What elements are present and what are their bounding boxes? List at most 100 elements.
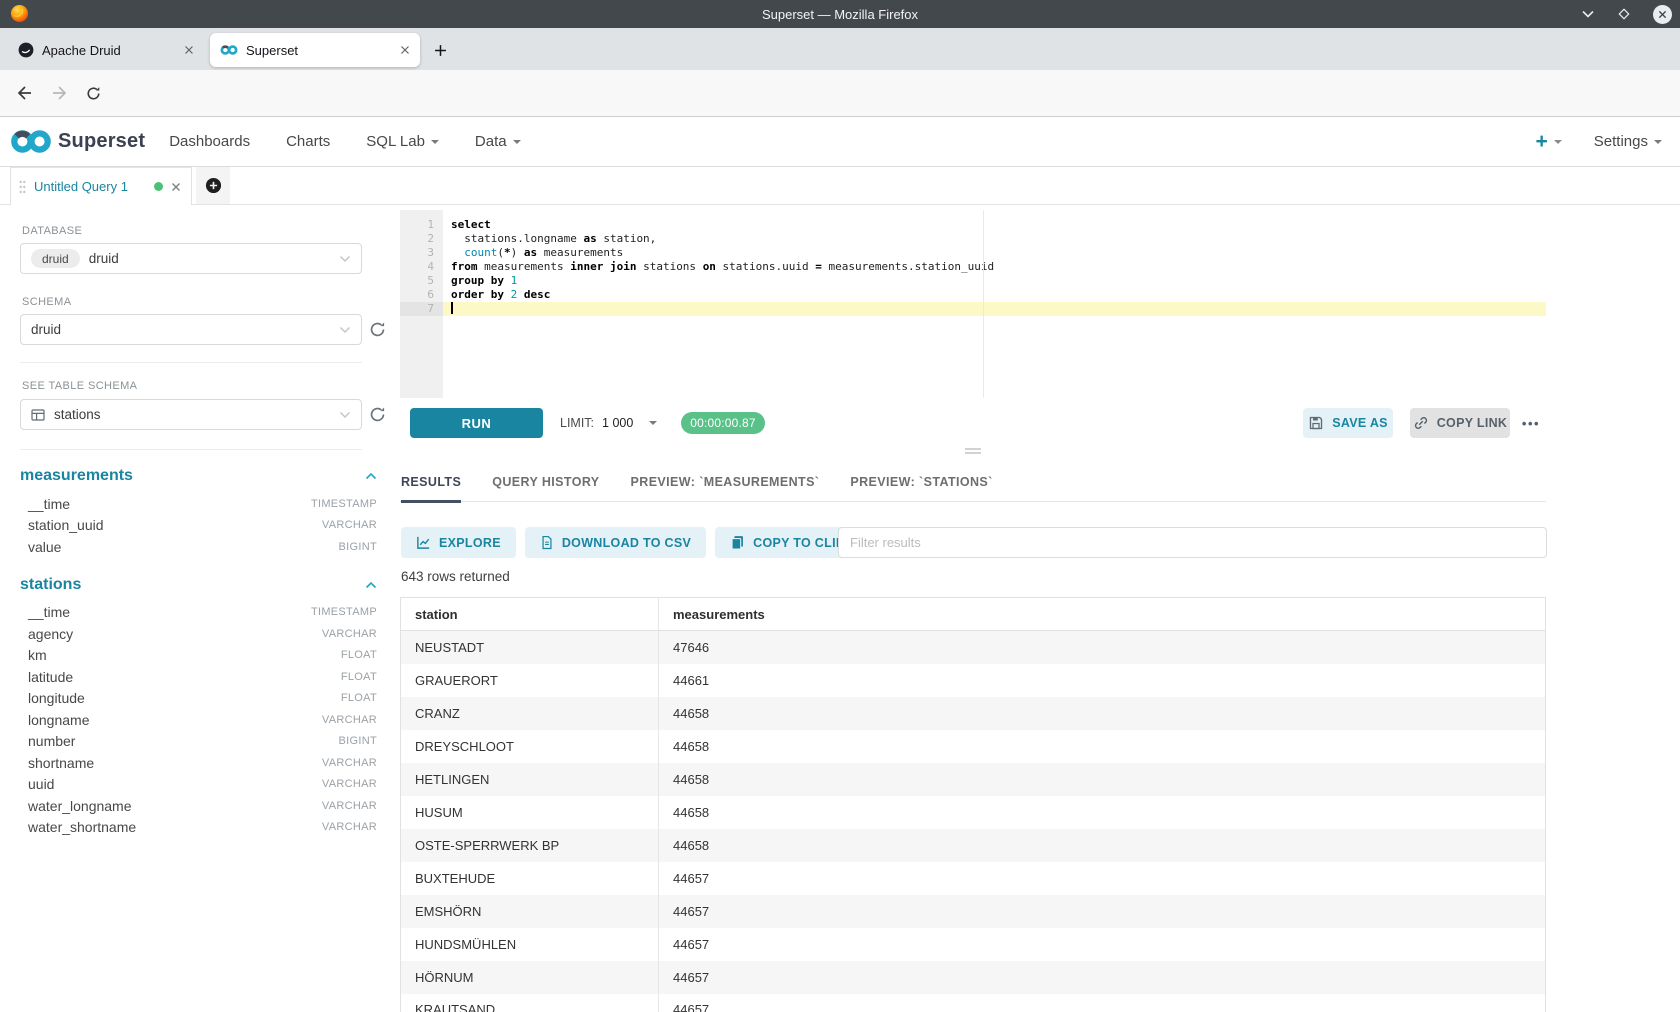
filter-results-input[interactable]	[838, 527, 1547, 558]
superset-logo[interactable]: Superset	[10, 128, 145, 155]
refresh-tables-icon[interactable]	[369, 406, 387, 424]
cell-measurements: 44657	[659, 895, 1546, 928]
tab-query-history[interactable]: QUERY HISTORY	[492, 463, 599, 502]
reload-button[interactable]	[80, 80, 106, 106]
clipboard-icon	[730, 535, 745, 550]
chevron-down-icon	[1554, 140, 1562, 144]
line-number: 4	[400, 260, 434, 274]
plus-circle-icon	[205, 177, 222, 194]
save-as-button[interactable]: SAVE AS	[1303, 408, 1393, 438]
table-row: DREYSCHLOOT44658	[401, 730, 1546, 763]
window-close-button[interactable]	[1653, 5, 1672, 24]
column-header-measurements[interactable]: measurements	[659, 598, 1546, 631]
line-number: 3	[400, 246, 434, 260]
chevron-up-icon[interactable]	[365, 581, 377, 589]
column-name: water_shortname	[28, 819, 136, 835]
schema-section-header[interactable]: stations	[20, 572, 377, 598]
cell-station: KRAUTSAND	[401, 994, 659, 1012]
chevron-down-icon	[339, 411, 351, 419]
plus-icon: +	[1536, 132, 1548, 152]
chevron-down-icon	[339, 326, 351, 334]
column-header-station[interactable]: station	[401, 598, 659, 631]
query-tab-untitled-query-1[interactable]: Untitled Query 1	[10, 167, 192, 205]
column-name: water_longname	[28, 798, 132, 814]
application-window: Superset — Mozilla Firefox Apache Druid	[0, 0, 1680, 1012]
query-timer-badge: 00:00:00.87	[681, 412, 765, 434]
new-item-button[interactable]: +	[1536, 132, 1562, 152]
limit-dropdown[interactable]: LIMIT: 1 000	[560, 408, 657, 438]
brand-title: Superset	[58, 130, 145, 153]
tab-preview-stations[interactable]: PREVIEW: `STATIONS`	[850, 463, 992, 502]
editor-gutter: 1234567	[400, 210, 443, 398]
table-select-value: stations	[54, 407, 101, 422]
settings-menu[interactable]: Settings	[1594, 133, 1662, 150]
nav-item-charts[interactable]: Charts	[286, 133, 330, 150]
tab-results[interactable]: RESULTS	[401, 463, 461, 502]
cell-station: OSTE-SPERRWERK BP	[401, 829, 659, 862]
add-query-tab-button[interactable]	[196, 167, 230, 204]
nav-item-label: Dashboards	[169, 133, 250, 150]
more-options-button[interactable]: •••	[1516, 408, 1546, 438]
run-button[interactable]: RUN	[410, 408, 543, 438]
druid-favicon	[18, 42, 34, 58]
schema-section-header[interactable]: measurements	[20, 463, 377, 489]
window-maximize-icon[interactable]	[1617, 7, 1631, 21]
schema-column-row: water_longnameVARCHAR	[20, 795, 377, 817]
tab-preview-measurements[interactable]: PREVIEW: `MEASUREMENTS`	[631, 463, 820, 502]
table-row: HETLINGEN44658	[401, 763, 1546, 796]
chevron-up-icon[interactable]	[365, 472, 377, 480]
window-minimize-icon[interactable]	[1581, 9, 1595, 19]
limit-label: LIMIT:	[560, 416, 594, 430]
schema-column-row: longitudeFLOAT	[20, 688, 377, 710]
schema-column-row: longnameVARCHAR	[20, 709, 377, 731]
schema-table-name: measurements	[20, 467, 133, 485]
column-type: VARCHAR	[322, 628, 377, 640]
tab-close-icon[interactable]	[184, 45, 194, 55]
pane-splitter-handle[interactable]	[965, 448, 981, 454]
schema-column-row: station_uuidVARCHAR	[20, 515, 377, 537]
tab-close-icon[interactable]	[400, 45, 410, 55]
cell-station: HUNDSMÜHLEN	[401, 928, 659, 961]
explore-label: EXPLORE	[439, 536, 501, 550]
schema-label: SCHEMA	[22, 296, 71, 308]
cell-measurements: 44657	[659, 961, 1546, 994]
schema-select[interactable]: druid	[20, 314, 362, 345]
table-row: KRAUTSAND44657	[401, 994, 1546, 1012]
browser-tab-apache-druid[interactable]: Apache Druid	[8, 33, 204, 67]
superset-navbar: Superset Dashboards Charts SQL Lab Data + S…	[0, 117, 1680, 167]
nav-item-label: Data	[475, 133, 507, 150]
column-type: TIMESTAMP	[311, 606, 377, 618]
cell-station: HUSUM	[401, 796, 659, 829]
close-query-tab-icon[interactable]	[171, 182, 181, 192]
line-number: 7	[400, 302, 443, 316]
new-tab-button[interactable]	[428, 38, 452, 62]
column-name: uuid	[28, 776, 54, 792]
editor-code-area[interactable]: select stations.longname as station, cou…	[443, 210, 1546, 398]
copy-link-button[interactable]: COPY LINK	[1410, 408, 1510, 438]
nav-item-dashboards[interactable]: Dashboards	[169, 133, 250, 150]
back-button[interactable]	[12, 80, 38, 106]
cell-measurements: 44658	[659, 763, 1546, 796]
database-select[interactable]: druid druid	[20, 243, 362, 274]
column-type: BIGINT	[339, 735, 377, 747]
cell-measurements: 44657	[659, 928, 1546, 961]
explore-button[interactable]: EXPLORE	[401, 527, 516, 558]
table-schema-select[interactable]: stations	[20, 399, 362, 430]
line-number: 5	[400, 274, 434, 288]
table-row: CRANZ44658	[401, 697, 1546, 730]
schema-section-stations: stations__timeTIMESTAMPagencyVARCHARkmFL…	[20, 572, 377, 839]
superset-infinity-icon	[10, 128, 52, 155]
sql-editor[interactable]: 1234567 select stations.longname as stat…	[400, 210, 1546, 398]
chevron-down-icon	[649, 421, 657, 425]
column-name: km	[28, 647, 47, 663]
cell-station: DREYSCHLOOT	[401, 730, 659, 763]
database-engine-pill: druid	[31, 249, 80, 268]
refresh-schemas-icon[interactable]	[369, 321, 387, 339]
forward-button[interactable]	[46, 80, 72, 106]
nav-item-sql-lab[interactable]: SQL Lab	[366, 133, 439, 150]
download-csv-button[interactable]: DOWNLOAD TO CSV	[525, 527, 706, 558]
nav-item-data[interactable]: Data	[475, 133, 521, 150]
column-name: shortname	[28, 755, 94, 771]
column-type: TIMESTAMP	[311, 498, 377, 510]
browser-tab-superset[interactable]: Superset	[210, 33, 420, 67]
